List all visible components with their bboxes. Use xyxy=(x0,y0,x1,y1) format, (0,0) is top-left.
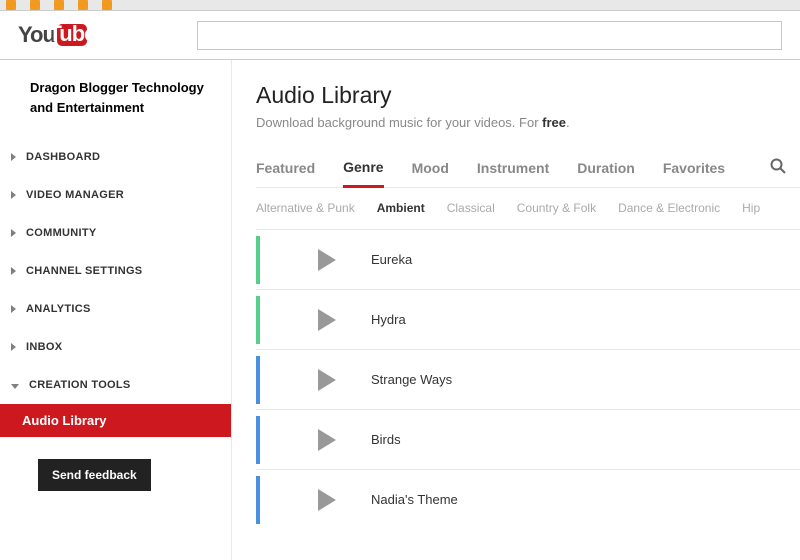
play-icon[interactable] xyxy=(318,309,336,331)
tab-genre[interactable]: Genre xyxy=(343,159,383,188)
sidebar-item-dashboard[interactable]: DASHBOARD xyxy=(0,138,231,176)
sidebar-item-label: CHANNEL SETTINGS xyxy=(26,265,142,277)
play-icon[interactable] xyxy=(318,489,336,511)
track-name[interactable]: Strange Ways xyxy=(371,372,452,387)
chevron-down-icon xyxy=(11,384,19,389)
page-subtitle: Download background music for your video… xyxy=(256,115,800,130)
tab-instrument[interactable]: Instrument xyxy=(477,160,549,186)
genre-classical[interactable]: Classical xyxy=(447,201,495,215)
track-name[interactable]: Eureka xyxy=(371,252,412,267)
tab-duration[interactable]: Duration xyxy=(577,160,635,186)
browser-bookmark-bar xyxy=(0,0,800,11)
track-color-bar xyxy=(256,296,260,344)
header: You Tube xyxy=(0,11,800,60)
chevron-right-icon xyxy=(11,229,16,237)
send-feedback-button[interactable]: Send feedback xyxy=(38,459,151,491)
sidebar-subitem-audio-library[interactable]: Audio Library xyxy=(0,404,231,437)
track-row: Nadia's Theme xyxy=(256,469,800,529)
sidebar-subitem-label: Audio Library xyxy=(22,413,107,428)
channel-name[interactable]: Dragon Blogger Technology and Entertainm… xyxy=(0,78,231,138)
youtube-logo[interactable]: You Tube xyxy=(18,22,87,48)
search-input[interactable] xyxy=(197,21,782,50)
track-color-bar xyxy=(256,416,260,464)
search-icon[interactable] xyxy=(770,158,786,187)
play-icon[interactable] xyxy=(318,429,336,451)
track-row: Hydra xyxy=(256,289,800,349)
sidebar-item-label: VIDEO MANAGER xyxy=(26,189,124,201)
filter-tabs: Featured Genre Mood Instrument Duration … xyxy=(256,158,800,188)
sidebar-item-label: CREATION TOOLS xyxy=(29,379,131,391)
logo-play-badge: Tube xyxy=(57,24,87,46)
tab-featured[interactable]: Featured xyxy=(256,160,315,186)
sidebar-item-label: COMMUNITY xyxy=(26,227,97,239)
sidebar-item-creation-tools[interactable]: CREATION TOOLS xyxy=(0,366,231,404)
sidebar-item-video-manager[interactable]: VIDEO MANAGER xyxy=(0,176,231,214)
sidebar: Dragon Blogger Technology and Entertainm… xyxy=(0,60,232,560)
genre-dance-electronic[interactable]: Dance & Electronic xyxy=(618,201,720,215)
genre-filter: Alternative & Punk Ambient Classical Cou… xyxy=(256,188,800,229)
track-name[interactable]: Nadia's Theme xyxy=(371,492,458,507)
sidebar-item-channel-settings[interactable]: CHANNEL SETTINGS xyxy=(0,252,231,290)
track-color-bar xyxy=(256,476,260,524)
chevron-right-icon xyxy=(11,153,16,161)
track-name[interactable]: Hydra xyxy=(371,312,406,327)
sidebar-item-analytics[interactable]: ANALYTICS xyxy=(0,290,231,328)
chevron-right-icon xyxy=(11,191,16,199)
sidebar-item-label: ANALYTICS xyxy=(26,303,91,315)
genre-ambient[interactable]: Ambient xyxy=(377,201,425,215)
chevron-right-icon xyxy=(11,267,16,275)
track-row: Eureka xyxy=(256,229,800,289)
genre-country-folk[interactable]: Country & Folk xyxy=(517,201,596,215)
genre-hip[interactable]: Hip xyxy=(742,201,760,215)
sidebar-item-label: INBOX xyxy=(26,341,62,353)
genre-alternative-punk[interactable]: Alternative & Punk xyxy=(256,201,355,215)
track-color-bar xyxy=(256,236,260,284)
sidebar-item-label: DASHBOARD xyxy=(26,151,100,163)
sidebar-item-community[interactable]: COMMUNITY xyxy=(0,214,231,252)
play-icon[interactable] xyxy=(318,369,336,391)
sidebar-item-inbox[interactable]: INBOX xyxy=(0,328,231,366)
chevron-right-icon xyxy=(11,305,16,313)
chevron-right-icon xyxy=(11,343,16,351)
track-row: Birds xyxy=(256,409,800,469)
track-name[interactable]: Birds xyxy=(371,432,401,447)
tab-mood[interactable]: Mood xyxy=(412,160,449,186)
track-row: Strange Ways xyxy=(256,349,800,409)
tab-favorites[interactable]: Favorites xyxy=(663,160,725,186)
main-content: Audio Library Download background music … xyxy=(232,60,800,560)
page-title: Audio Library xyxy=(256,82,800,109)
track-color-bar xyxy=(256,356,260,404)
play-icon[interactable] xyxy=(318,249,336,271)
